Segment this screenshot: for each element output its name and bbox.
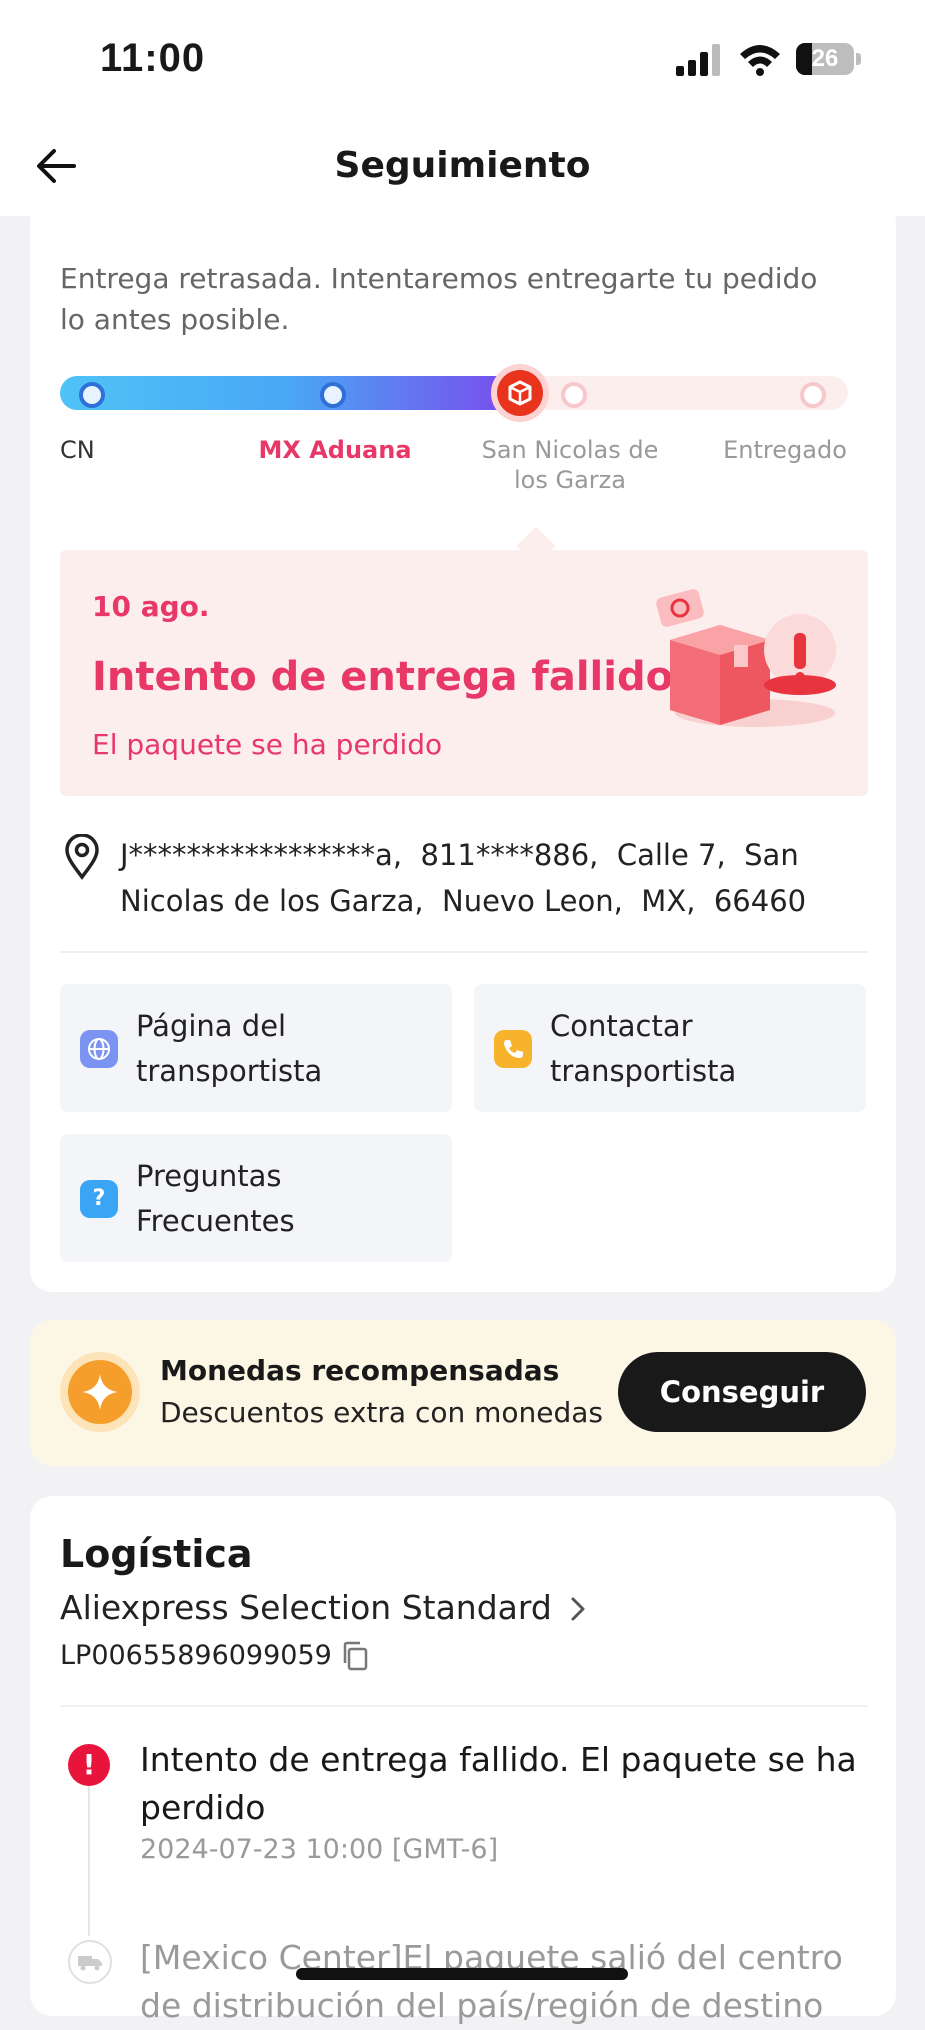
delay-notice: Entrega retrasada. Intentaremos entregar… [60, 262, 818, 336]
contact-carrier-button[interactable]: Contactar transportista [474, 984, 866, 1112]
status-bar: 11:00 26 [0, 0, 925, 120]
event-title: [Mexico Center]El paquete salió del cent… [140, 1938, 843, 2025]
alert-icon: ! [68, 1744, 110, 1786]
location-pin-icon [65, 834, 99, 880]
wifi-icon [740, 45, 780, 76]
status-date: 10 ago. [92, 590, 210, 623]
stage-label-cn: CN [60, 436, 95, 464]
stage-label-sn: San Nicolas de los Garza [481, 436, 659, 494]
carrier-page-button[interactable]: Página del transportista [60, 984, 452, 1112]
get-coins-button[interactable]: Conseguir [618, 1352, 866, 1432]
stage-label-mx: MX Aduana [258, 436, 412, 464]
coins-subtitle: Descuentos extra con monedas [160, 1396, 604, 1429]
copy-icon[interactable] [340, 1640, 370, 1672]
timeline-line [88, 1786, 90, 1936]
shipping-address: J*****************a, 811****886, Calle 7… [120, 838, 808, 918]
stage-dot-next [561, 382, 587, 408]
stage-dot-mx [320, 382, 346, 408]
carrier-name[interactable]: Aliexpress Selection Standard [60, 1588, 552, 1627]
home-indicator [296, 1968, 628, 1980]
status-time: 11:00 [100, 36, 206, 80]
faq-label: Preguntas Frecuentes [136, 1159, 295, 1238]
status-title: Intento de entrega fallido [92, 654, 674, 700]
chevron-right-icon[interactable] [566, 1593, 590, 1625]
failed-package-icon [656, 589, 836, 727]
question-icon: ? [80, 1180, 118, 1218]
battery-level: 26 [811, 45, 839, 72]
stage-dot-cn [79, 382, 105, 408]
progress-fill [60, 376, 520, 410]
globe-icon [80, 1030, 118, 1068]
event-title: Intento de entrega fallido. El paquete s… [140, 1740, 857, 1827]
coin-icon [60, 1352, 140, 1432]
carrier-page-label: Página del transportista [136, 1009, 323, 1088]
phone-icon [494, 1030, 532, 1068]
divider [60, 951, 868, 953]
page-title: Seguimiento [334, 145, 591, 186]
truck-icon [68, 1940, 112, 1984]
battery-icon: 26 [796, 43, 862, 75]
package-icon [497, 370, 543, 416]
contact-carrier-label: Contactar transportista [550, 1009, 737, 1088]
faq-button[interactable]: ? Preguntas Frecuentes [60, 1134, 452, 1262]
tracking-number: LP00655896099059 [60, 1640, 332, 1671]
progress-track [60, 376, 848, 410]
logistics-heading: Logística [60, 1532, 253, 1576]
stage-dot-delivered [800, 382, 826, 408]
coins-title: Monedas recompensadas [160, 1354, 560, 1387]
status-subtitle: El paquete se ha perdido [92, 728, 443, 761]
divider [60, 1705, 868, 1707]
event-time: 2024-07-23 10:00 [GMT-6] [140, 1834, 499, 1865]
stage-label-delivered: Entregado [723, 436, 847, 464]
signal-icon [676, 44, 720, 76]
